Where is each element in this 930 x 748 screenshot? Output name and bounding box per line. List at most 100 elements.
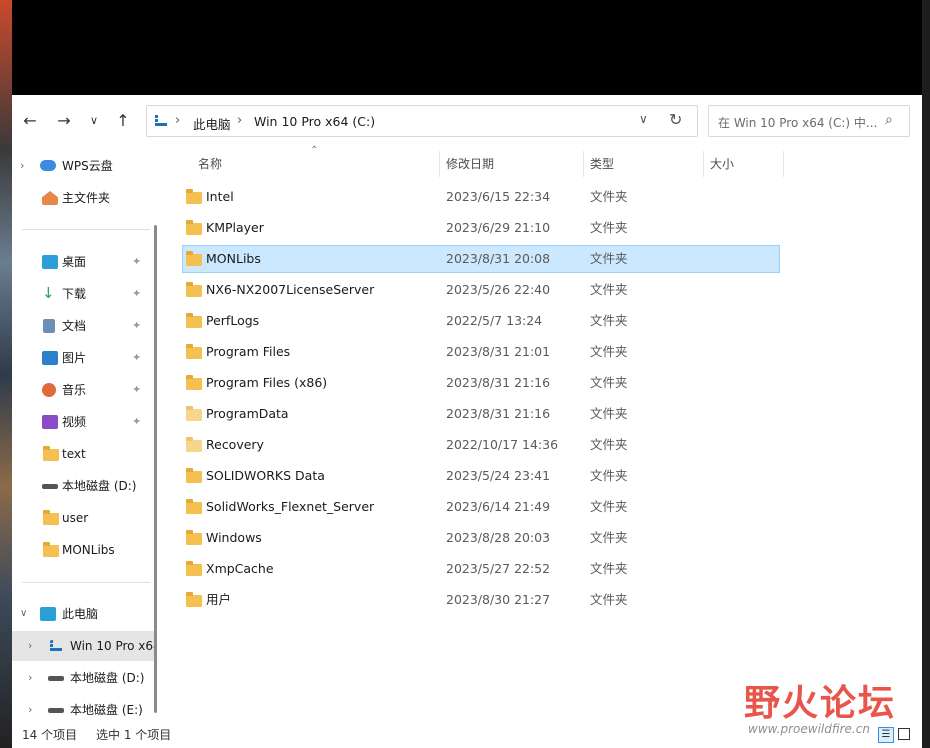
file-type: 文件夹 <box>590 561 628 576</box>
file-name: MONLibs <box>206 251 261 266</box>
column-header-size[interactable]: 大小 <box>710 151 734 177</box>
sidebar-item-wps-cloud[interactable]: › WPS云盘 <box>12 151 156 181</box>
file-name: Intel <box>206 189 234 204</box>
column-header-date[interactable]: 修改日期 <box>446 151 494 177</box>
sidebar-scrollbar[interactable] <box>154 225 157 713</box>
file-row[interactable]: 用户 2023/8/30 21:27 文件夹 <box>182 586 780 614</box>
file-row[interactable]: PerfLogs 2022/5/7 13:24 文件夹 <box>182 307 780 335</box>
folder-icon <box>186 189 202 204</box>
sidebar-item-desktop[interactable]: 桌面 ✦ <box>12 247 156 277</box>
refresh-icon[interactable]: ↻ <box>669 110 682 129</box>
column-separator[interactable] <box>583 151 584 177</box>
sidebar-item-home[interactable]: 主文件夹 <box>12 183 156 213</box>
folder-icon <box>186 437 202 452</box>
desktop-icon <box>42 255 58 269</box>
folder-icon <box>186 406 202 421</box>
file-row[interactable]: SOLIDWORKS Data 2023/5/24 23:41 文件夹 <box>182 462 780 490</box>
file-row[interactable]: Intel 2023/6/15 22:34 文件夹 <box>182 183 780 211</box>
back-button[interactable]: ← <box>18 109 42 133</box>
address-history-dropdown[interactable]: ∨ <box>639 112 648 126</box>
file-row[interactable]: ProgramData 2023/8/31 21:16 文件夹 <box>182 400 780 428</box>
sidebar-item-label: 本地磁盘 (D:) <box>70 671 145 685</box>
sidebar-item-user[interactable]: user <box>12 503 156 533</box>
recent-locations-button[interactable]: ∨ <box>82 109 106 133</box>
sidebar-item-label: 文档 <box>62 319 87 333</box>
file-row[interactable]: SolidWorks_Flexnet_Server 2023/6/14 21:4… <box>182 493 780 521</box>
watermark-title: 野火论坛 <box>744 682 897 724</box>
file-row-selected[interactable]: MONLibs 2023/8/31 20:08 文件夹 <box>182 245 780 273</box>
download-icon: ↓ <box>42 284 55 302</box>
watermark-logo: 野火论坛 www.proewildfire.cn <box>744 672 920 744</box>
file-row[interactable]: XmpCache 2023/5/27 22:52 文件夹 <box>182 555 780 583</box>
sidebar-item-text[interactable]: text <box>12 439 156 469</box>
breadcrumb-this-pc[interactable]: 此电脑 <box>193 114 231 133</box>
pin-icon[interactable]: ✦ <box>132 311 141 341</box>
sidebar-item-label: WPS云盘 <box>62 159 113 173</box>
sidebar-item-downloads[interactable]: ↓ 下载 ✦ <box>12 279 156 309</box>
search-icon[interactable]: ⌕ <box>885 112 893 128</box>
folder-icon <box>186 530 202 545</box>
file-type: 文件夹 <box>590 437 628 452</box>
file-name: ProgramData <box>206 406 289 421</box>
folder-icon <box>186 592 202 607</box>
file-date: 2023/5/26 22:40 <box>446 282 551 297</box>
file-type: 文件夹 <box>590 220 628 235</box>
sidebar-item-label: 本地磁盘 (D:) <box>62 479 137 493</box>
file-type: 文件夹 <box>590 282 628 297</box>
sidebar-item-pictures[interactable]: 图片 ✦ <box>12 343 156 373</box>
search-box[interactable]: 在 Win 10 Pro x64 (C:) 中... ⌕ <box>708 105 910 137</box>
pin-icon[interactable]: ✦ <box>132 407 141 437</box>
file-row[interactable]: Program Files (x86) 2023/8/31 21:16 文件夹 <box>182 369 780 397</box>
sidebar-item-drive-d[interactable]: › 本地磁盘 (D:) <box>12 663 156 693</box>
file-date: 2023/8/31 21:16 <box>446 406 551 421</box>
forward-button[interactable]: → <box>52 109 76 133</box>
pin-icon[interactable]: ✦ <box>132 375 141 405</box>
sort-ascending-icon: ⌃ <box>310 145 319 156</box>
sidebar-item-videos[interactable]: 视频 ✦ <box>12 407 156 437</box>
breadcrumb-drive-c[interactable]: Win 10 Pro x64 (C:) <box>254 114 375 129</box>
file-name: Program Files <box>206 344 291 359</box>
pin-icon[interactable]: ✦ <box>132 279 141 309</box>
file-type: 文件夹 <box>590 499 628 514</box>
sidebar-item-documents[interactable]: 文档 ✦ <box>12 311 156 341</box>
chevron-right-icon: › <box>28 671 33 684</box>
sidebar-item-drive-e[interactable]: › 本地磁盘 (E:) <box>12 695 156 725</box>
file-date: 2022/10/17 14:36 <box>446 437 559 452</box>
sidebar-item-label: Win 10 Pro x64 (C:) <box>70 639 156 653</box>
sidebar-item-drive-c[interactable]: › Win 10 Pro x64 (C:) <box>12 631 156 661</box>
file-type: 文件夹 <box>590 406 628 421</box>
sidebar-item-monlibs[interactable]: MONLibs <box>12 535 156 565</box>
file-row[interactable]: NX6-NX2007LicenseServer 2023/5/26 22:40 … <box>182 276 780 304</box>
navigation-pane: › WPS云盘 主文件夹 桌面 ✦ ↓ 下载 ✦ 文档 ✦ 图片 ✦ 音乐 ✦ … <box>12 151 160 725</box>
sidebar-item-label: 此电脑 <box>62 607 99 621</box>
file-date: 2022/5/7 13:24 <box>446 313 543 328</box>
column-header-type[interactable]: 类型 <box>590 151 614 177</box>
search-placeholder: 在 Win 10 Pro x64 (C:) 中... <box>718 116 878 130</box>
sidebar-item-music[interactable]: 音乐 ✦ <box>12 375 156 405</box>
column-separator[interactable] <box>439 151 440 177</box>
this-pc-icon <box>155 115 167 126</box>
address-bar[interactable]: › 此电脑 › Win 10 Pro x64 (C:) ∨ ↻ <box>146 105 698 137</box>
sidebar-item-label: 图片 <box>62 351 87 365</box>
sidebar-item-label: 视频 <box>62 415 87 429</box>
folder-icon <box>43 510 59 525</box>
folder-icon <box>186 561 202 576</box>
file-row[interactable]: Program Files 2023/8/31 21:01 文件夹 <box>182 338 780 366</box>
pin-icon[interactable]: ✦ <box>132 343 141 373</box>
sidebar-item-disk-d-pinned[interactable]: 本地磁盘 (D:) <box>12 471 156 501</box>
column-separator[interactable] <box>783 151 784 177</box>
title-bar[interactable] <box>12 0 922 95</box>
file-name: Recovery <box>206 437 264 452</box>
file-row[interactable]: Windows 2023/8/28 20:03 文件夹 <box>182 524 780 552</box>
pin-icon[interactable]: ✦ <box>132 247 141 277</box>
sidebar-item-label: text <box>62 447 86 461</box>
file-row[interactable]: Recovery 2022/10/17 14:36 文件夹 <box>182 431 780 459</box>
folder-icon <box>186 313 202 328</box>
sidebar-item-this-pc[interactable]: ∨ 此电脑 <box>12 599 156 629</box>
chevron-right-icon: › <box>175 113 181 128</box>
up-button[interactable]: ↑ <box>111 109 135 133</box>
column-separator[interactable] <box>703 151 704 177</box>
column-header-name[interactable]: 名称 <box>198 151 222 177</box>
sidebar-item-label: user <box>62 511 89 525</box>
file-row[interactable]: KMPlayer 2023/6/29 21:10 文件夹 <box>182 214 780 242</box>
